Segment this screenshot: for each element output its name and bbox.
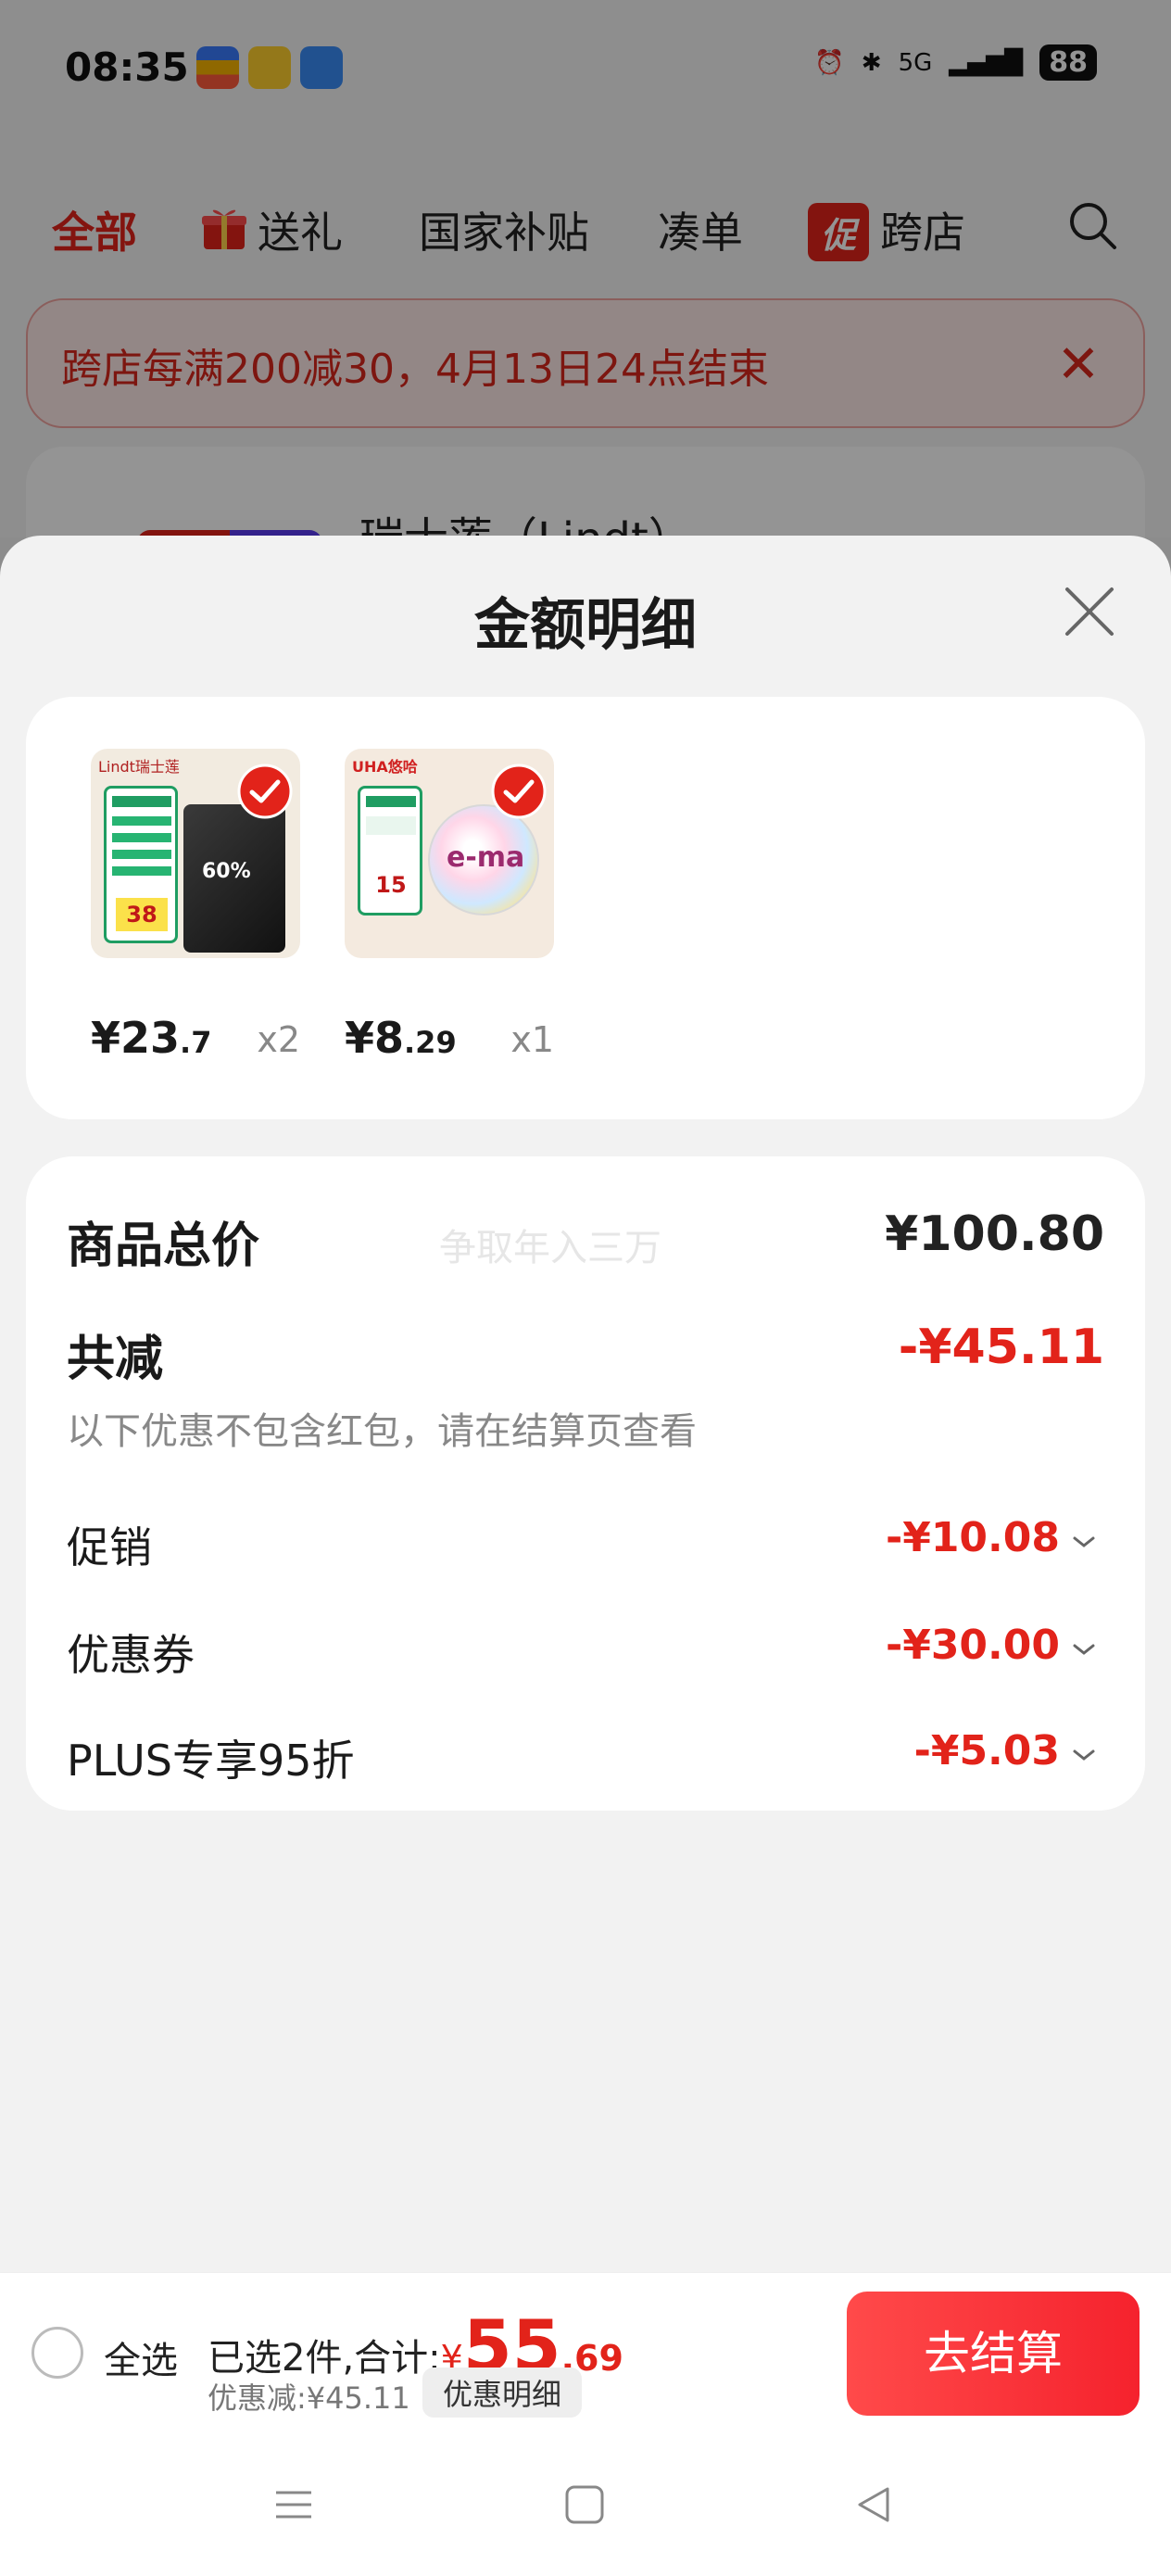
select-all-radio[interactable] (31, 2327, 83, 2379)
product-price: ¥23.7 (91, 1013, 211, 1063)
discount-coupon-label[interactable]: 优惠券 (67, 1622, 195, 1683)
total-reduction-label: 共减 (67, 1332, 164, 1387)
chevron-down-icon[interactable] (1071, 1746, 1097, 1764)
chocolate-box: 60% (183, 804, 285, 953)
price-decimal: .29 (404, 1025, 457, 1060)
selected-products-card: Lindt瑞士莲 38 60% ¥23.7 x2 UHA悠哈 15 e-ma ¥… (26, 697, 1145, 1119)
home-icon[interactable] (561, 2481, 608, 2528)
product-badge-text: 60% (202, 860, 251, 883)
sheet-title: 金额明细 (474, 593, 697, 658)
reduction-hint: 以下优惠不包含红包，请在结算页查看 (67, 1410, 697, 1453)
total-reduction-value: -¥45.11 (898, 1320, 1104, 1375)
summary-prefix: 已选2件,合计: (208, 2337, 441, 2380)
discount-coupon-value[interactable]: -¥30.00 (886, 1622, 1060, 1669)
product-brand-logo: UHA悠哈 (352, 758, 418, 776)
product-promo-tag: 38 (104, 786, 178, 943)
promo-price-tag: 15 (375, 872, 407, 898)
product-logo-text: e-ma (447, 841, 525, 874)
price-integer: ¥8 (345, 1013, 405, 1063)
discount-summary: 优惠减:¥45.11 (208, 2380, 410, 2416)
chevron-down-icon[interactable] (1071, 1533, 1097, 1551)
discount-plus-label[interactable]: PLUS专享95折 (67, 1727, 354, 1788)
select-all-label[interactable]: 全选 (104, 2330, 178, 2384)
total-price-value: ¥100.80 (885, 1206, 1104, 1262)
checkout-bar: 全选 已选2件,合计:¥55.69 优惠减:¥45.11 优惠明细 去结算 (0, 2272, 1171, 2433)
close-icon[interactable] (1060, 582, 1119, 641)
system-navigation-bar (0, 2433, 1171, 2576)
discount-promotion-label[interactable]: 促销 (67, 1514, 152, 1575)
product-quantity: x2 (257, 1019, 300, 1060)
amount-detail-sheet: 金额明细 Lindt瑞士莲 38 60% ¥23.7 x2 UHA悠哈 15 e… (0, 536, 1171, 2576)
product-price: ¥8.29 (345, 1013, 457, 1063)
discount-promotion-value[interactable]: -¥10.08 (886, 1514, 1060, 1561)
product-promo-tag: 15 (358, 786, 422, 915)
candy-tin: e-ma (428, 804, 539, 915)
check-icon (491, 764, 547, 819)
price-breakdown-card: 争取年入三万 商品总价 ¥100.80 共减 -¥45.11 以下优惠不包含红包… (26, 1156, 1145, 1811)
product-quantity: x1 (510, 1019, 554, 1060)
promo-price-tag: 38 (116, 898, 168, 931)
discount-detail-button[interactable]: 优惠明细 (422, 2368, 583, 2418)
chevron-down-icon[interactable] (1071, 1640, 1097, 1659)
menu-icon[interactable] (271, 2481, 317, 2528)
back-icon[interactable] (850, 2481, 897, 2528)
watermark-text: 争取年入三万 (439, 1227, 661, 1269)
product-brand-logo: Lindt瑞士莲 (98, 758, 180, 776)
discount-plus-value[interactable]: -¥5.03 (914, 1727, 1060, 1774)
price-integer: ¥23 (91, 1013, 181, 1063)
price-decimal: .7 (180, 1025, 212, 1060)
checkout-button[interactable]: 去结算 (847, 2292, 1140, 2416)
total-price-label: 商品总价 (67, 1219, 260, 1274)
check-icon (237, 764, 293, 819)
